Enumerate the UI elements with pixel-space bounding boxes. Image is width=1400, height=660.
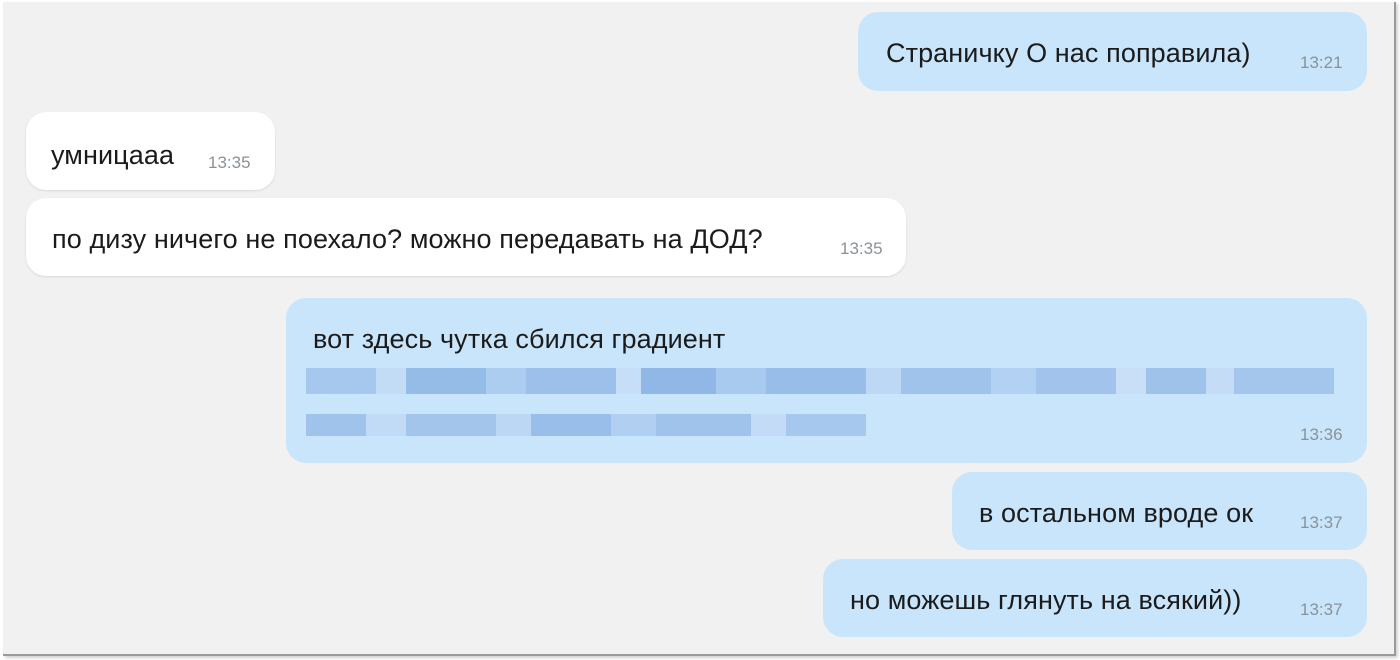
chat-history: Страничку О нас поправила) 13:21 умницаа… [3, 2, 1396, 656]
outgoing-message-bubble[interactable]: в остальном вроде ок 13:37 [952, 472, 1367, 550]
incoming-message-bubble[interactable]: умницааа 13:35 [26, 112, 275, 190]
outgoing-message-bubble[interactable]: но можешь глянуть на всякий)) 13:37 [823, 559, 1367, 637]
redacted-link-pixelated [306, 414, 866, 436]
message-time: 13:37 [1300, 600, 1343, 619]
message-time: 13:36 [1300, 425, 1343, 444]
message-text: Страничку О нас поправила) [886, 38, 1251, 68]
incoming-message-bubble[interactable]: по дизу ничего не поехало? можно передав… [26, 198, 906, 276]
outgoing-message-bubble[interactable]: вот здесь чутка сбился градиент 13:36 [286, 298, 1367, 463]
message-text: вот здесь чутка сбился градиент [313, 324, 726, 354]
message-time: 13:35 [840, 239, 883, 258]
message-text: по дизу ничего не поехало? можно передав… [52, 224, 763, 254]
message-time: 13:21 [1300, 53, 1343, 72]
message-time: 13:37 [1300, 513, 1343, 532]
message-text: в остальном вроде ок [979, 498, 1254, 528]
outgoing-message-bubble[interactable]: Страничку О нас поправила) 13:21 [858, 12, 1367, 91]
message-text: но можешь глянуть на всякий)) [850, 585, 1242, 615]
message-text: умницааа [51, 140, 175, 170]
message-time: 13:35 [208, 153, 251, 172]
redacted-link-pixelated [306, 368, 1334, 394]
